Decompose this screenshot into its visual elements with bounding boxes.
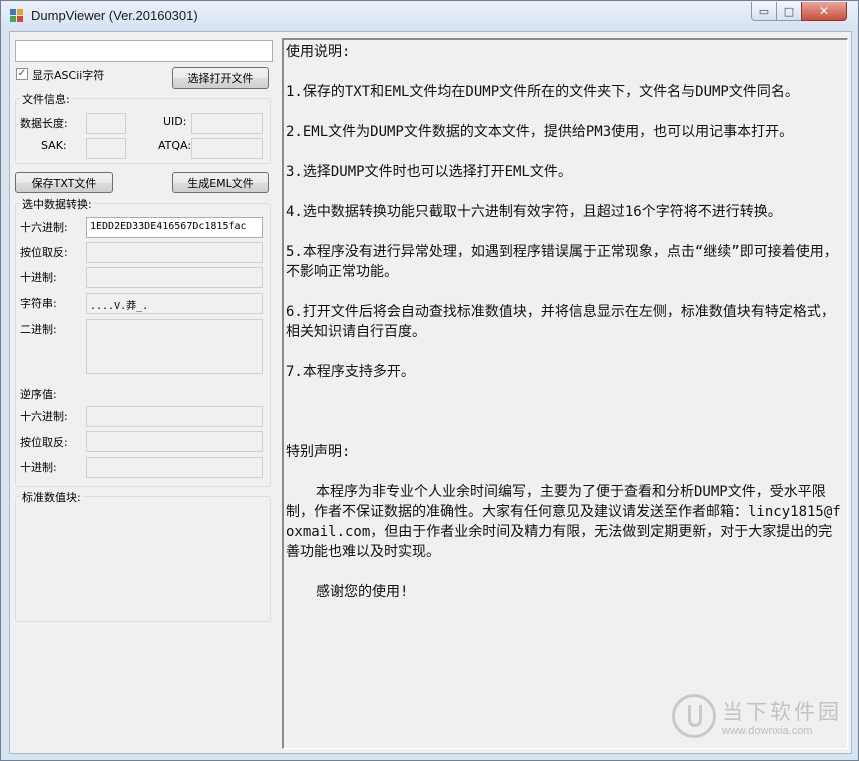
uid-field[interactable] — [191, 113, 263, 134]
reverse-decimal-label: 十进制: — [20, 461, 57, 474]
reverse-title: 逆序值: — [20, 388, 57, 401]
instruction-item: 4.选中数据转换功能只截取十六进制有效字符，且超过16个字符将不进行转换。 — [286, 204, 782, 220]
hex-input[interactable]: 1EDD2ED33DE416567Dc1815fac — [86, 217, 263, 238]
standard-block-title: 标准数值块: — [20, 489, 83, 505]
decimal-label: 十进制: — [20, 271, 57, 284]
ascii-checkbox[interactable]: ✓ — [16, 68, 28, 80]
instructions-textarea[interactable]: 使用说明: 1.保存的TXT和EML文件均在DUMP文件所在的文件夹下，文件名与… — [282, 38, 848, 749]
watermark-url: www.downxia.com — [722, 725, 813, 737]
special-statement-text: 本程序为非专业个人业余时间编写，主要为了便于查看和分析DUMP文件，受水平限制，… — [286, 484, 841, 560]
sak-label: SAK: — [41, 139, 67, 152]
string-field[interactable]: ....V.莽_. — [86, 293, 263, 314]
data-length-label: 数据长度: — [20, 117, 68, 130]
decimal-field[interactable] — [86, 267, 263, 288]
sak-field[interactable] — [86, 138, 126, 159]
binary-field[interactable] — [86, 319, 263, 374]
data-length-field[interactable] — [86, 113, 126, 134]
title-bar[interactable]: DumpViewer (Ver.20160301) ▭ □ ✕ — [1, 1, 858, 31]
watermark-logo-icon — [672, 694, 716, 738]
watermark: 当下软件园 www.downxia.com — [672, 694, 847, 746]
instruction-item: 7.本程序支持多开。 — [286, 364, 415, 380]
binary-label: 二进制: — [20, 323, 57, 336]
generate-eml-button[interactable]: 生成EML文件 — [172, 172, 269, 193]
uid-label: UID: — [163, 115, 187, 128]
save-txt-button[interactable]: 保存TXT文件 — [15, 172, 113, 193]
atqa-field[interactable] — [191, 138, 263, 159]
reverse-hex-label: 十六进制: — [20, 410, 68, 423]
instruction-item: 5.本程序没有进行异常处理，如遇到程序错误属于正常现象，点击“继续”即可接着使用… — [286, 244, 838, 280]
ascii-checkbox-label[interactable]: 显示ASCii字符 — [32, 67, 104, 83]
atqa-label: ATQA: — [158, 139, 192, 152]
reverse-invert-field[interactable] — [86, 431, 263, 452]
file-path-input[interactable] — [15, 40, 273, 62]
thanks-text: 感谢您的使用! — [316, 584, 409, 600]
conversion-title: 选中数据转换: — [20, 196, 94, 212]
maximize-icon: □ — [783, 4, 795, 18]
open-file-button[interactable]: 选择打开文件 — [172, 67, 269, 89]
app-icon — [10, 9, 24, 23]
hex-label: 十六进制: — [20, 221, 68, 234]
file-info-title: 文件信息: — [20, 91, 72, 107]
instruction-item: 3.选择DUMP文件时也可以选择打开EML文件。 — [286, 164, 572, 180]
invert-label: 按位取反: — [20, 246, 68, 259]
reverse-decimal-field[interactable] — [86, 457, 263, 478]
instruction-item: 1.保存的TXT和EML文件均在DUMP文件所在的文件夹下，文件名与DUMP文件… — [286, 84, 799, 100]
maximize-button[interactable]: □ — [776, 2, 802, 21]
close-button[interactable]: ✕ — [801, 2, 847, 21]
close-icon: ✕ — [818, 4, 830, 18]
standard-block-group — [15, 496, 271, 622]
instructions-heading: 使用说明: — [286, 44, 351, 60]
minimize-icon: ▭ — [758, 4, 770, 18]
special-statement-heading: 特别声明: — [286, 444, 351, 460]
watermark-text: 当下软件园 — [722, 700, 842, 724]
instruction-item: 6.打开文件后将会自动查找标准数值块，并将信息显示在左侧，标准数值块有特定格式，… — [286, 304, 835, 340]
reverse-invert-label: 按位取反: — [20, 436, 68, 449]
string-label: 字符串: — [20, 297, 57, 310]
window-title: DumpViewer (Ver.20160301) — [31, 8, 198, 23]
instruction-item: 2.EML文件为DUMP文件数据的文本文件，提供给PM3使用，也可以用记事本打开… — [286, 124, 794, 140]
minimize-button[interactable]: ▭ — [751, 2, 777, 21]
reverse-hex-field[interactable] — [86, 406, 263, 427]
invert-field[interactable] — [86, 242, 263, 263]
